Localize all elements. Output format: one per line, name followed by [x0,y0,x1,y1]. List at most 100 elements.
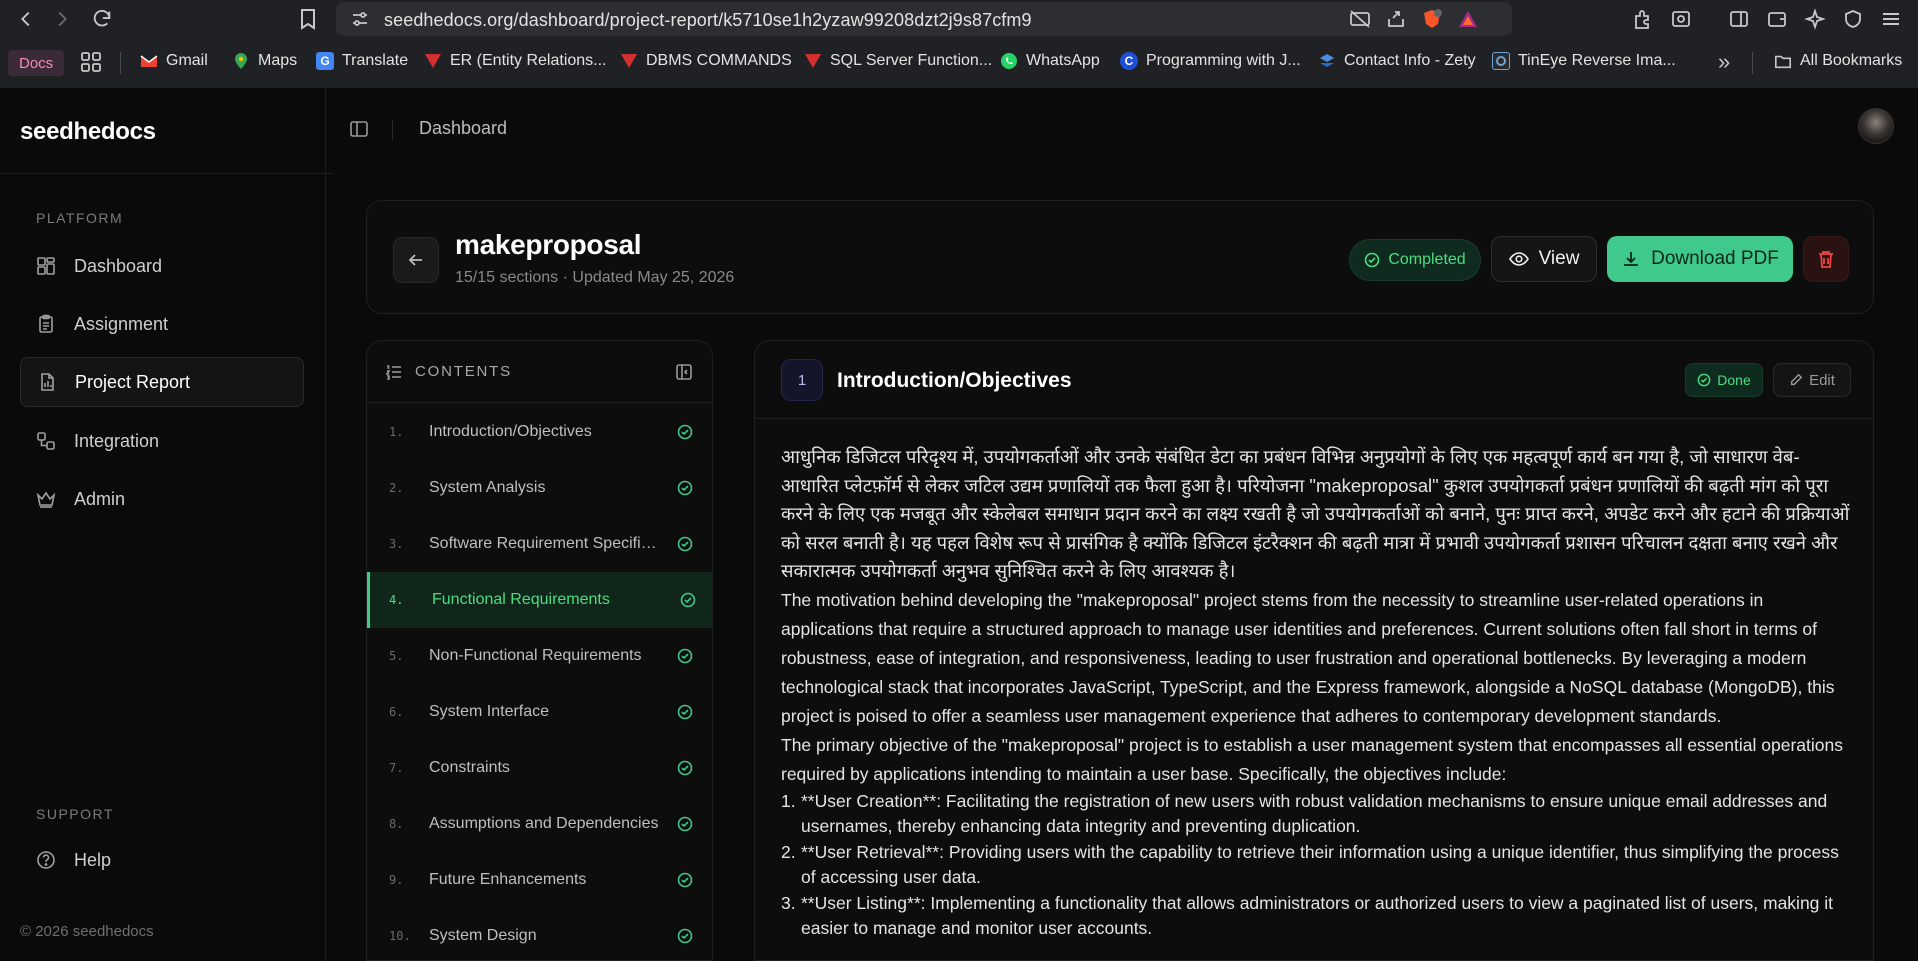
toc-item[interactable]: 2. System Analysis [367,460,712,516]
sidebar-item-label: Help [74,849,112,870]
toc-item[interactable]: 5. Non-Functional Requirements [367,628,712,684]
forward-arrow-icon[interactable] [44,0,80,38]
toc-item-label: System Analysis [429,479,546,496]
section-number: 1 [781,359,823,401]
toc-item-number: 4. [389,593,404,607]
red-v-icon [804,52,822,70]
bookmark-er-diagram[interactable]: ER (Entity Relations... [424,52,607,70]
contents-header: CONTENTS [367,341,712,403]
copyright-text: © 2026 seedhedocs [20,923,154,940]
crown-icon [36,491,56,508]
support-section-label: SUPPORT [36,806,114,822]
bookmark-maps[interactable]: Maps [232,52,297,70]
all-bookmarks[interactable]: All Bookmarks [1774,52,1902,70]
bookmarks-divider [1752,52,1753,74]
sidebar-item-label: Admin [74,488,126,509]
reading-list-icon[interactable] [1668,6,1694,32]
sidebar-item-integration[interactable]: Integration [20,416,304,466]
check-circle-icon [677,760,693,776]
camera-off-icon[interactable] [1348,8,1372,30]
brand-logo[interactable]: seedhedocs [20,118,156,146]
list-item: 1. **User Creation**: Facilitating the re… [781,790,1828,837]
toc-item-number: 5. [389,649,404,663]
breadcrumb: Dashboard [419,118,508,138]
check-circle-icon [677,704,693,720]
avatar[interactable] [1858,108,1894,144]
toc-item[interactable]: 8. Assumptions and Dependencies [367,796,712,852]
toc-item-label: System Design [429,927,537,944]
vpn-icon[interactable] [1840,6,1866,32]
edit-button[interactable]: Edit [1773,363,1851,397]
sidebar-panel-icon[interactable] [1726,6,1752,32]
sidebar-toggle-icon[interactable] [348,118,370,140]
bookmark-programming[interactable]: C Programming with J... [1120,52,1301,70]
sidebar-item-project-report[interactable]: Project Report [20,357,304,407]
download-pdf-button[interactable]: Download PDF [1607,236,1793,282]
bookmarks-overflow-icon[interactable]: » [1718,49,1730,75]
file-text-icon [41,373,54,391]
check-circle-icon [677,816,693,832]
bookmark-dbms-commands[interactable]: DBMS COMMANDS [620,52,792,70]
delete-button[interactable] [1803,236,1849,282]
sidebar-item-assignment[interactable]: Assignment [20,299,304,349]
panel-collapse-icon[interactable] [675,363,693,381]
sidebar-item-admin[interactable]: Admin [20,474,304,524]
menu-icon[interactable] [1878,6,1904,32]
toc-item[interactable]: 7. Constraints [367,740,712,796]
list-item: 2. **User Retrieval**: Providing users wi… [781,841,1839,888]
toc-item[interactable]: 3. Software Requirement Specific... [367,516,712,572]
red-v-icon [620,52,638,70]
toc-item[interactable]: 4. Functional Requirements [367,572,712,628]
back-arrow-icon[interactable] [8,0,44,38]
url-text[interactable]: seedhedocs.org/dashboard/project-report/… [384,10,1032,31]
toc-item-number: 10. [389,929,411,943]
bookmark-zety[interactable]: Contact Info - Zety [1318,52,1476,70]
arrow-left-icon [408,254,422,266]
toc-item-label: Constraints [429,759,510,776]
brave-shield-icon[interactable] [1420,8,1444,30]
leo-ai-icon[interactable] [1802,6,1828,32]
bookmark-translate[interactable]: G Translate [316,52,408,70]
bookmark-sql-server[interactable]: SQL Server Function... [804,52,992,70]
bookmark-docs[interactable]: Docs [8,50,65,76]
paragraph: The primary objective of the "makepropos… [781,734,1843,784]
toc-item-number: 2. [389,481,404,495]
status-badge: Completed [1349,239,1481,281]
extensions-icon[interactable] [1630,6,1656,32]
section-body: आधुनिक डिजिटल परिदृश्य में, उपयोगकर्ताओं… [781,443,1851,942]
brave-rewards-icon[interactable] [1456,8,1480,30]
share-icon[interactable] [1384,8,1408,30]
page-title: makeproposal [455,229,642,260]
sidebar-item-dashboard[interactable]: Dashboard [20,241,304,291]
paragraph: The motivation behind developing the "ma… [781,589,1835,726]
toc-item[interactable]: 10. System Design [367,908,712,960]
toc-item-number: 3. [389,537,404,551]
eye-icon [1508,252,1529,266]
bookmark-tineye[interactable]: TinEye Reverse Ima... [1492,52,1676,70]
pencil-icon [1790,373,1803,386]
toc-item[interactable]: 9. Future Enhancements [367,852,712,908]
app-sidebar: seedhedocs PLATFORM Dashboard Assignment… [0,88,334,961]
view-button[interactable]: View [1491,236,1597,282]
back-button[interactable] [393,237,439,283]
site-settings-icon[interactable] [350,9,370,34]
project-meta: 15/15 sections · Updated May 25, 2026 [455,269,735,286]
bookmark-whatsapp[interactable]: WhatsApp [1000,52,1100,70]
wallet-icon[interactable] [1764,6,1790,32]
toc-item-label: Assumptions and Dependencies [429,815,659,832]
section-header: 1 Introduction/Objectives Done Edit [755,341,1873,419]
check-circle-icon [680,592,696,608]
address-bar[interactable]: seedhedocs.org/dashboard/project-report/… [336,2,1512,36]
bookmark-icon[interactable] [292,4,324,34]
bookmark-gmail[interactable]: Gmail [140,52,208,70]
sidebar-item-label: Assignment [74,313,169,334]
reload-icon[interactable] [84,0,120,38]
toc-item-label: System Interface [429,703,550,720]
sidebar-item-help[interactable]: Help [20,835,304,885]
sidebar-divider [0,173,334,174]
toc-item[interactable]: 6. System Interface [367,684,712,740]
apps-grid-icon[interactable] [80,51,102,73]
toc-item-label: Functional Requirements [432,591,610,608]
list-ordered-icon [385,365,401,380]
toc-item[interactable]: 1. Introduction/Objectives [367,404,712,460]
